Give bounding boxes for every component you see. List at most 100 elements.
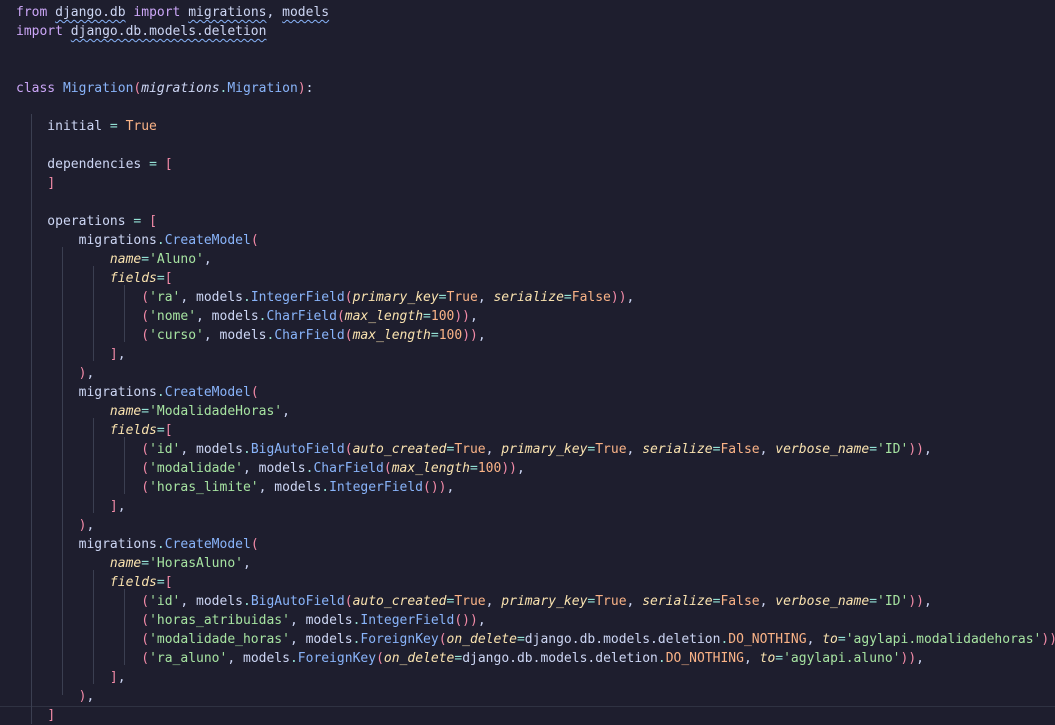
code-line: ('curso', models.CharField(max_length=10… xyxy=(16,326,486,345)
code-token: ( xyxy=(141,651,150,666)
code-token: serialize xyxy=(493,290,564,305)
code-token: import xyxy=(16,24,63,39)
code-line: ] xyxy=(16,706,55,725)
code-line: ('id', models.BigAutoField(auto_created=… xyxy=(16,592,932,611)
code-token: )) xyxy=(462,328,478,343)
code-token: 'ra_aluno' xyxy=(149,651,228,666)
code-token: migrations xyxy=(188,5,267,20)
code-token: = xyxy=(837,632,846,647)
code-token: DO_NOTHING xyxy=(665,651,744,666)
code-token: ForeignKey xyxy=(360,632,439,647)
code-token: . xyxy=(156,233,165,248)
code-token: )) xyxy=(908,594,924,609)
code-token: , models xyxy=(180,442,243,457)
code-token: . xyxy=(243,290,251,305)
code-token: on_delete xyxy=(446,632,517,647)
code-token: , xyxy=(470,309,478,324)
code-token: django.db.models.deletion xyxy=(524,632,721,647)
code-token: from xyxy=(16,5,48,20)
code-token: ( xyxy=(344,290,353,305)
code-token: = xyxy=(869,594,878,609)
code-token: , xyxy=(923,594,932,609)
code-token: . xyxy=(657,651,666,666)
code-token: , xyxy=(916,651,924,666)
code-token: Migration xyxy=(62,81,134,96)
code-token: class xyxy=(16,81,56,96)
code-token: = xyxy=(141,252,150,267)
code-token: : xyxy=(305,81,314,96)
code-token: IntegerField xyxy=(329,480,424,495)
code-token: ] xyxy=(109,670,118,685)
code-token: primary_key xyxy=(501,594,588,609)
code-token: to xyxy=(822,632,838,647)
code-token: = xyxy=(141,404,150,419)
code-token: Migration xyxy=(227,81,298,96)
code-token: . xyxy=(321,480,330,495)
code-token: 100 xyxy=(438,328,463,343)
code-token: django.db xyxy=(55,5,126,20)
code-token: max_length xyxy=(352,328,431,343)
code-line: initial = True xyxy=(16,117,157,136)
code-token: to xyxy=(759,651,776,666)
code-token: migrations xyxy=(16,537,157,552)
code-token: CharField xyxy=(266,309,337,324)
code-token: , xyxy=(477,613,486,628)
code-line: ('nome', models.CharField(max_length=100… xyxy=(16,307,478,326)
code-token: False xyxy=(720,442,760,457)
code-token: ] xyxy=(109,499,118,514)
code-line: name='HorasAluno', xyxy=(16,554,251,573)
code-line: migrations.CreateModel( xyxy=(16,383,259,402)
code-token: True xyxy=(454,594,486,609)
code-token: , xyxy=(242,556,251,571)
code-token: False xyxy=(720,594,760,609)
code-token: CreateModel xyxy=(164,385,251,400)
code-token: ( xyxy=(250,385,259,400)
code-token: ()) xyxy=(423,480,447,495)
code-token: BigAutoField xyxy=(250,442,345,457)
code-token: 'curso' xyxy=(149,328,204,343)
code-token: = xyxy=(156,271,165,286)
code-token: 'id' xyxy=(149,594,181,609)
code-token: ( xyxy=(141,480,150,495)
code-token: [ xyxy=(164,423,173,438)
code-token: 100 xyxy=(430,309,455,324)
code-token: serialize xyxy=(642,442,713,457)
code-token: )) xyxy=(501,461,517,476)
code-line: name='ModalidadeHoras', xyxy=(16,402,290,421)
code-token: verbose_name xyxy=(775,594,870,609)
code-token: )) xyxy=(900,651,917,666)
code-token: )) xyxy=(908,442,924,457)
code-token: = xyxy=(470,461,478,476)
code-line: ], xyxy=(16,497,126,516)
code-token: ( xyxy=(438,632,447,647)
code-token: , models xyxy=(289,613,353,628)
code-editor[interactable]: from django.db import migrations, models… xyxy=(0,0,1055,724)
code-token: primary_key xyxy=(501,442,588,457)
code-token: max_length xyxy=(344,309,424,324)
code-token: , xyxy=(626,290,635,305)
code-token: . xyxy=(289,651,298,666)
code-token: , xyxy=(203,252,212,267)
code-token: serialize xyxy=(642,594,713,609)
code-token: , xyxy=(477,328,486,343)
code-token: models xyxy=(282,5,330,20)
code-line: ('ra_aluno', models.ForeignKey(on_delete… xyxy=(16,649,924,668)
code-token: , xyxy=(117,347,126,362)
code-token: ] xyxy=(109,347,118,362)
code-token: ( xyxy=(344,442,353,457)
code-token: True xyxy=(125,119,157,134)
code-token: 'nome' xyxy=(149,309,197,324)
code-token: = xyxy=(141,556,150,571)
code-token: 'horas_atribuidas' xyxy=(149,613,290,628)
code-token: fields xyxy=(109,423,157,438)
